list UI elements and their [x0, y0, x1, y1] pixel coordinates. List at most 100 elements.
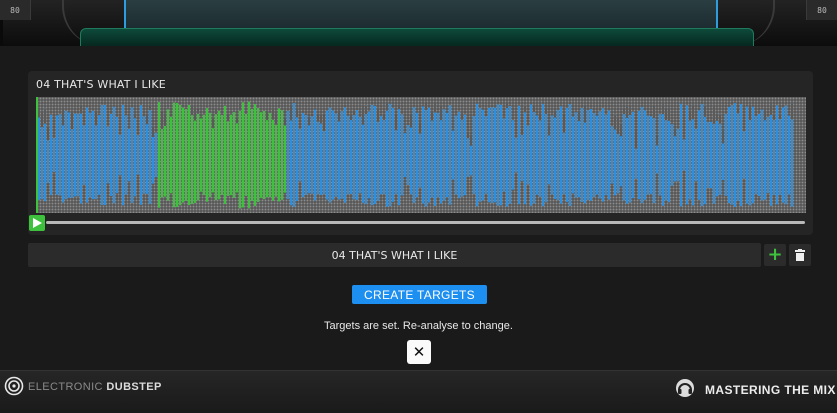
waveform-bar — [716, 113, 718, 197]
waveform-display[interactable] — [36, 97, 806, 213]
waveform-bar-gap — [626, 106, 628, 118]
genre-prefix: ELECTRONIC — [28, 381, 103, 393]
waveform-bar-gap — [689, 110, 691, 121]
waveform-bar — [782, 107, 784, 203]
waveform-bar — [542, 103, 544, 207]
waveform-bar-gap — [668, 107, 670, 121]
waveform-bar — [404, 133, 406, 177]
close-button[interactable]: ✕ — [407, 340, 431, 364]
waveform-bar-gap — [629, 107, 631, 115]
waveform-bar — [491, 107, 493, 203]
waveform-bar-gap — [584, 106, 586, 123]
waveform-bar-gap — [272, 109, 274, 120]
waveform-bar — [425, 103, 427, 207]
waveform-bar — [98, 115, 100, 195]
waveform-bar — [386, 103, 388, 207]
delete-track-button[interactable] — [789, 244, 811, 266]
waveform-bar — [485, 116, 487, 194]
waveform-bar — [710, 121, 712, 189]
waveform-bar — [437, 112, 439, 198]
waveform-bar — [173, 102, 175, 208]
waveform-bar — [473, 115, 475, 195]
create-targets-button[interactable]: CREATE TARGETS — [352, 285, 487, 304]
waveform-bar — [140, 105, 142, 205]
playback-scrubber[interactable] — [46, 221, 805, 224]
waveform-bar-gap — [191, 106, 193, 116]
waveform-bar — [107, 126, 109, 184]
waveform-bar — [539, 113, 541, 197]
waveform-bar-gap — [41, 110, 43, 128]
waveform-bar — [719, 114, 721, 196]
waveform-bar-gap — [44, 108, 46, 124]
waveform-bar — [653, 106, 655, 204]
waveform-bar — [746, 106, 748, 204]
playhead-line — [36, 97, 38, 213]
waveform-bar-gap — [578, 112, 580, 122]
waveform-bar — [230, 114, 232, 196]
waveform-bar-gap — [62, 107, 64, 126]
waveform-bar — [674, 128, 676, 182]
waveform-bar — [389, 103, 391, 207]
waveform-bar — [518, 105, 520, 205]
waveform-bar — [569, 103, 571, 207]
genre-name: DUBSTEP — [106, 381, 162, 393]
waveform-bar — [398, 104, 400, 206]
waveform-bar — [458, 111, 460, 199]
waveform-bar — [506, 103, 508, 207]
waveform-bar — [137, 135, 139, 175]
waveform-bar — [377, 108, 379, 202]
waveform-bar — [218, 110, 220, 200]
waveform-bar — [428, 107, 430, 203]
waveform-bar — [581, 108, 583, 202]
genre-label[interactable]: ELECTRONIC DUBSTEP — [28, 381, 162, 393]
waveform-bar — [185, 109, 187, 201]
waveform-bar-gap — [308, 116, 310, 126]
waveform-bar-gap — [467, 133, 469, 139]
waveform-bar — [128, 128, 130, 182]
waveform-bar — [53, 137, 55, 173]
waveform-bar — [125, 115, 127, 195]
track-list-item[interactable]: 04 THAT'S WHAT I LIKE — [28, 243, 761, 267]
waveform-bar — [143, 116, 145, 194]
waveform-bar — [593, 112, 595, 198]
waveform-bar-gap — [635, 131, 637, 149]
waveform-bar — [134, 113, 136, 197]
waveform-bar — [158, 102, 160, 208]
waveform-bar — [770, 104, 772, 206]
waveform-bar-gap — [284, 117, 286, 126]
waveform-bar — [740, 103, 742, 207]
waveform-bar-gap — [704, 105, 706, 117]
add-track-button[interactable]: + — [764, 244, 786, 266]
waveform-bar — [101, 104, 103, 206]
waveform-bar — [464, 114, 466, 196]
waveform-bar — [74, 113, 76, 197]
waveform-bar-gap — [239, 101, 241, 111]
waveform-bar — [401, 114, 403, 196]
waveform-bar-gap — [470, 134, 472, 146]
waveform-bar — [281, 110, 283, 200]
waveform-bar — [443, 109, 445, 201]
waveform-bar — [200, 118, 202, 192]
waveform-bar — [449, 105, 451, 205]
waveform-bar-gap — [386, 103, 388, 111]
waveform-bar — [515, 137, 517, 173]
waveform-bar — [764, 110, 766, 200]
waveform-bar — [224, 105, 226, 205]
waveform-bar-gap — [773, 114, 775, 120]
waveform-bar — [737, 108, 739, 202]
waveform-bar — [380, 115, 382, 195]
waveform-bar — [641, 106, 643, 204]
waveform-bar — [503, 118, 505, 192]
waveform-bar — [77, 113, 79, 197]
waveform-bar — [434, 104, 436, 206]
waveform-bar-gap — [95, 110, 97, 126]
waveform-bar — [785, 105, 787, 205]
waveform-bar-gap — [521, 128, 523, 135]
play-button[interactable] — [29, 215, 45, 231]
waveform-bar-gap — [398, 104, 400, 110]
waveform-bar-gap — [554, 110, 556, 118]
status-message: Targets are set. Re-analyse to change. — [324, 320, 513, 332]
waveform-bar — [452, 130, 454, 180]
waveform-bar — [752, 106, 754, 204]
waveform-bar — [119, 134, 121, 176]
